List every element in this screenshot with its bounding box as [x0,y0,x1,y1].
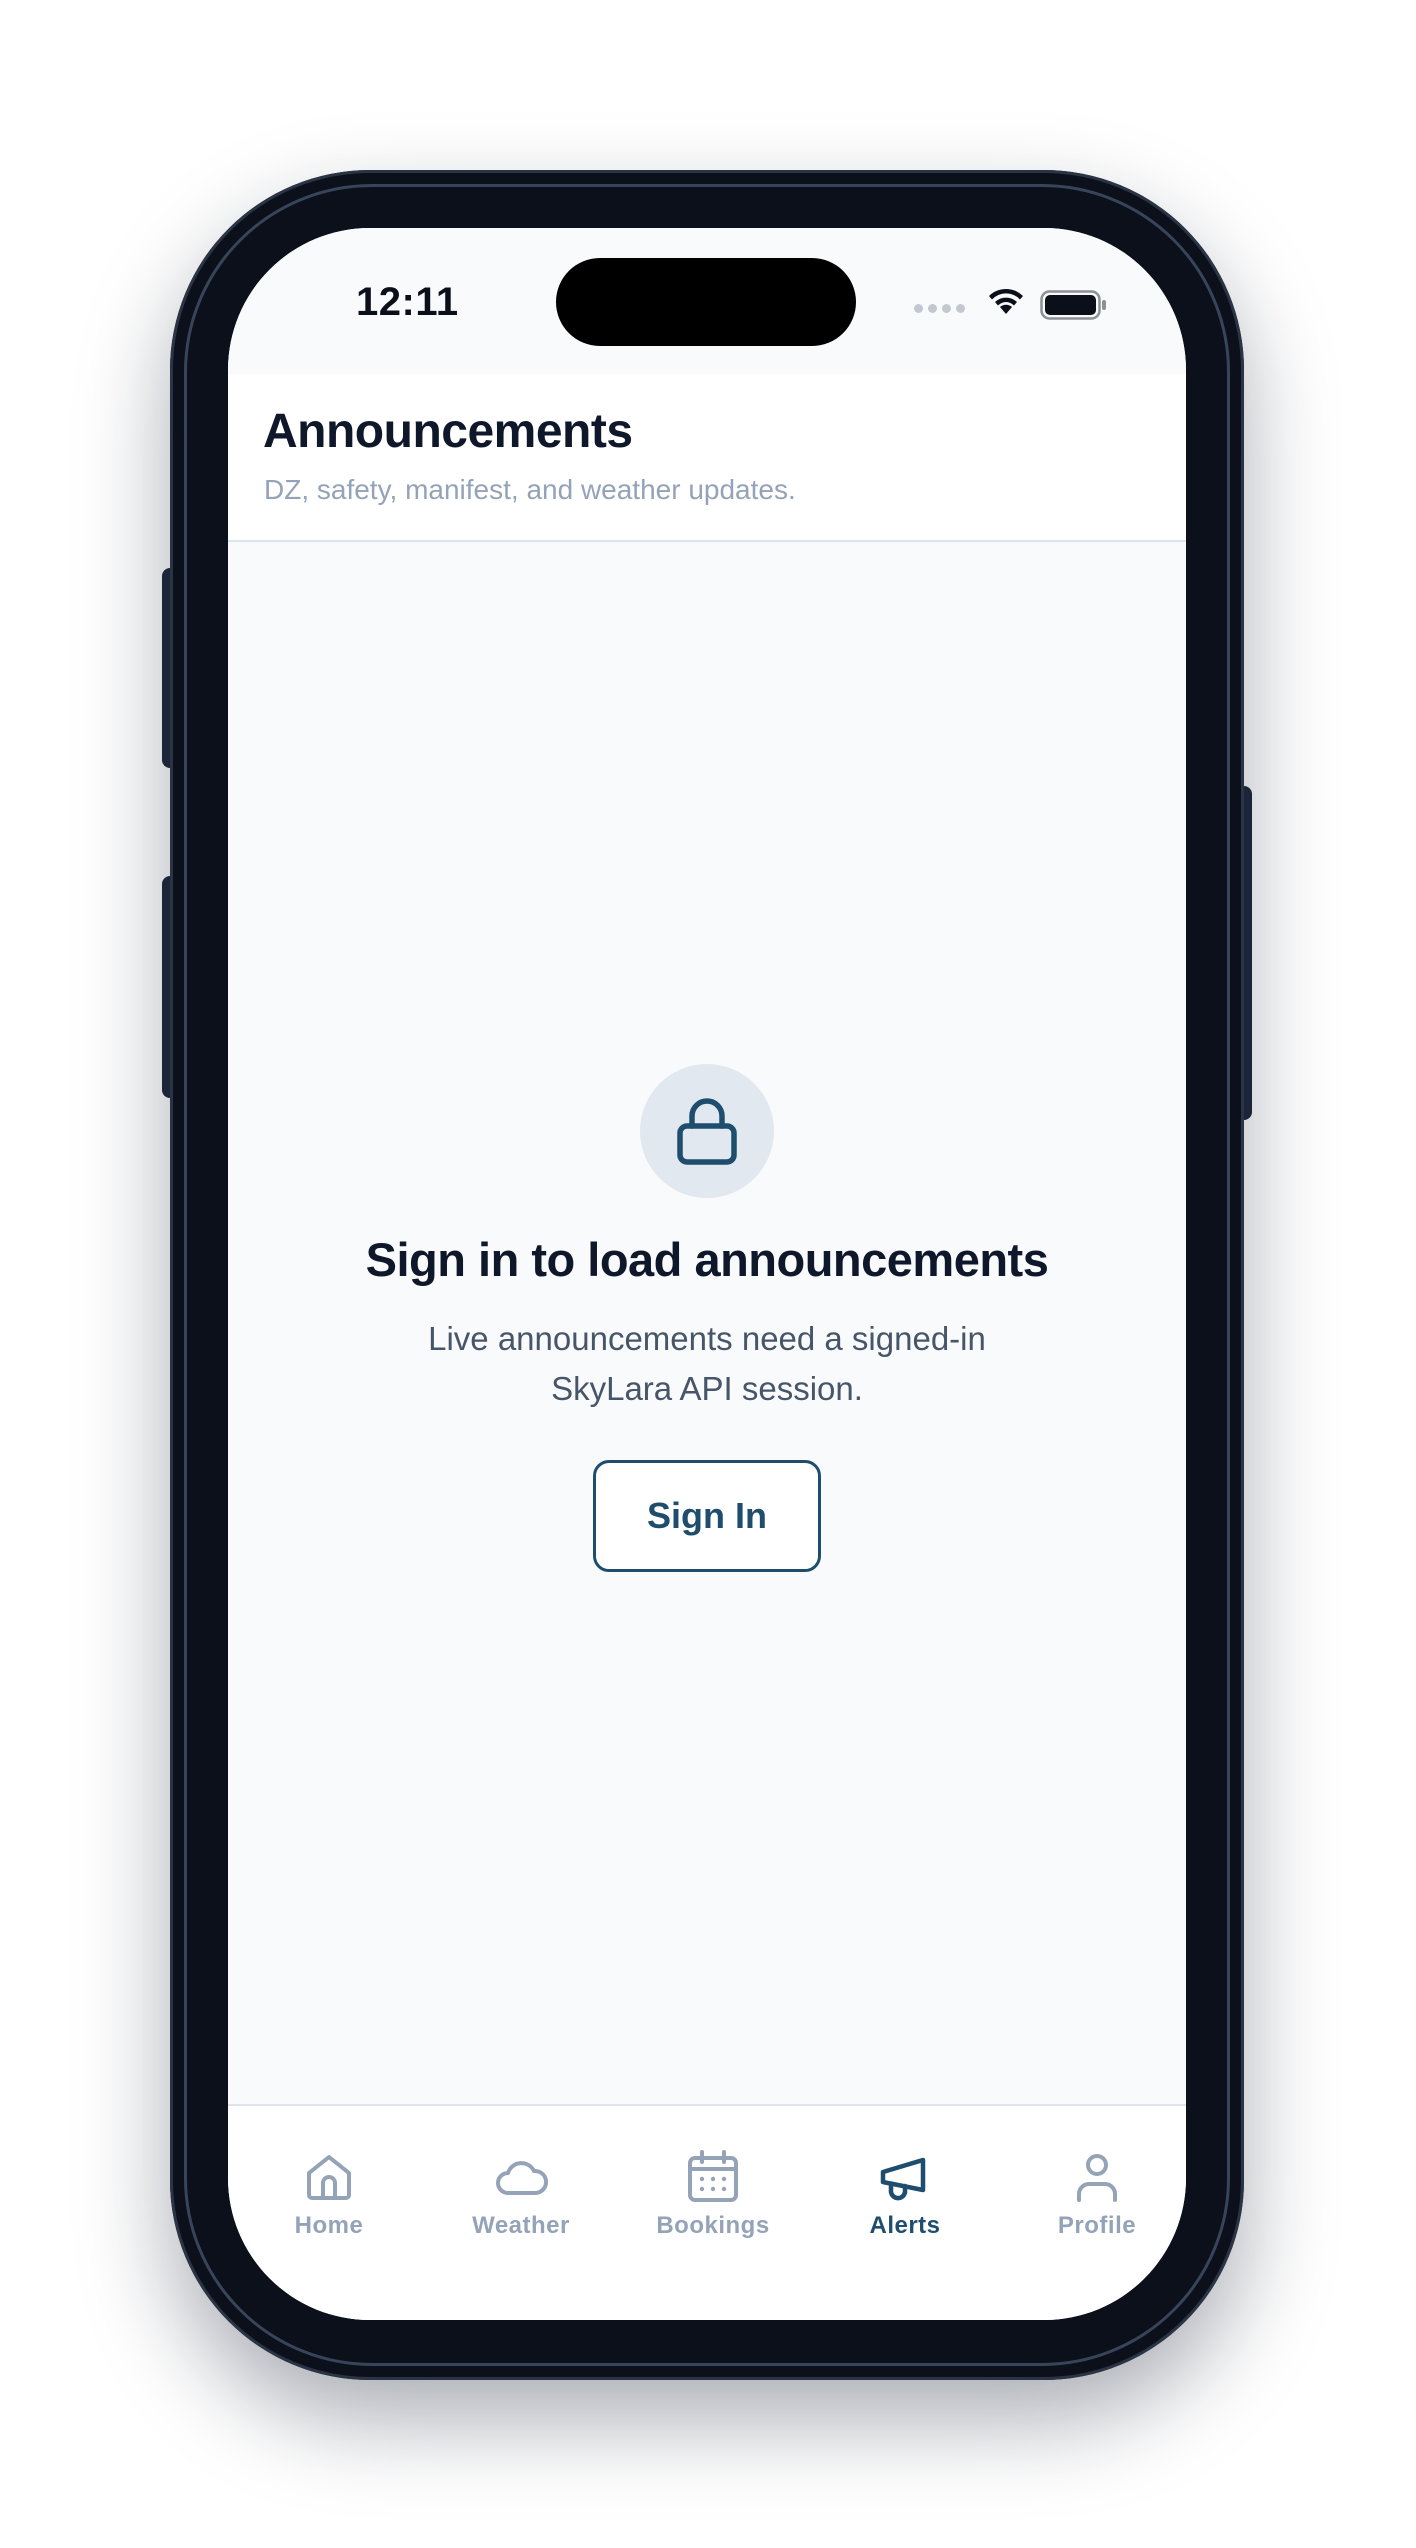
wifi-icon [989,288,1023,314]
tab-weather[interactable]: Weather [441,2146,601,2256]
lock-badge [640,1064,774,1198]
calendar-icon [688,2150,738,2202]
sign-in-button[interactable]: Sign In [593,1460,821,1572]
tab-alerts[interactable]: Alerts [825,2146,985,2256]
device-stage: 12:11 Announcements DZ, safety, manifest… [0,0,1416,2548]
phone-screen: 12:11 Announcements DZ, safety, manifest… [228,228,1186,2320]
cellular-signal-icon [914,304,965,313]
dynamic-island [556,258,856,346]
tab-profile[interactable]: Profile [1017,2146,1177,2256]
tab-profile-label: Profile [1057,2212,1137,2239]
tab-home[interactable]: Home [249,2146,409,2256]
page-title: Announcements [263,405,633,458]
home-icon [307,2155,351,2200]
app-header: Announcements DZ, safety, manifest, and … [228,374,1186,542]
tab-bookings[interactable]: Bookings [633,2146,793,2256]
tab-home-label: Home [294,2212,364,2239]
tab-weather-label: Weather [472,2212,570,2239]
main-content: Sign in to load announcements Live annou… [228,542,1186,2108]
lock-icon [677,1098,737,1165]
person-icon [1077,2154,1117,2202]
tab-bookings-label: Bookings [656,2212,770,2239]
tab-bar: Home Weather Bookings Alerts Profile [228,2104,1186,2320]
megaphone-icon [880,2157,926,2201]
status-icons [914,284,1124,324]
page-subtitle: DZ, safety, manifest, and weather update… [264,474,796,505]
status-time: 12:11 [356,280,459,324]
empty-state-title: Sign in to load announcements [365,1233,1049,1286]
empty-state-description: Live announcements need a signed-in SkyL… [428,1320,986,1407]
status-bar: 12:11 [228,228,1186,374]
battery-icon [1040,290,1106,320]
cloud-icon [496,2161,549,2195]
tab-alerts-label: Alerts [869,2212,941,2239]
